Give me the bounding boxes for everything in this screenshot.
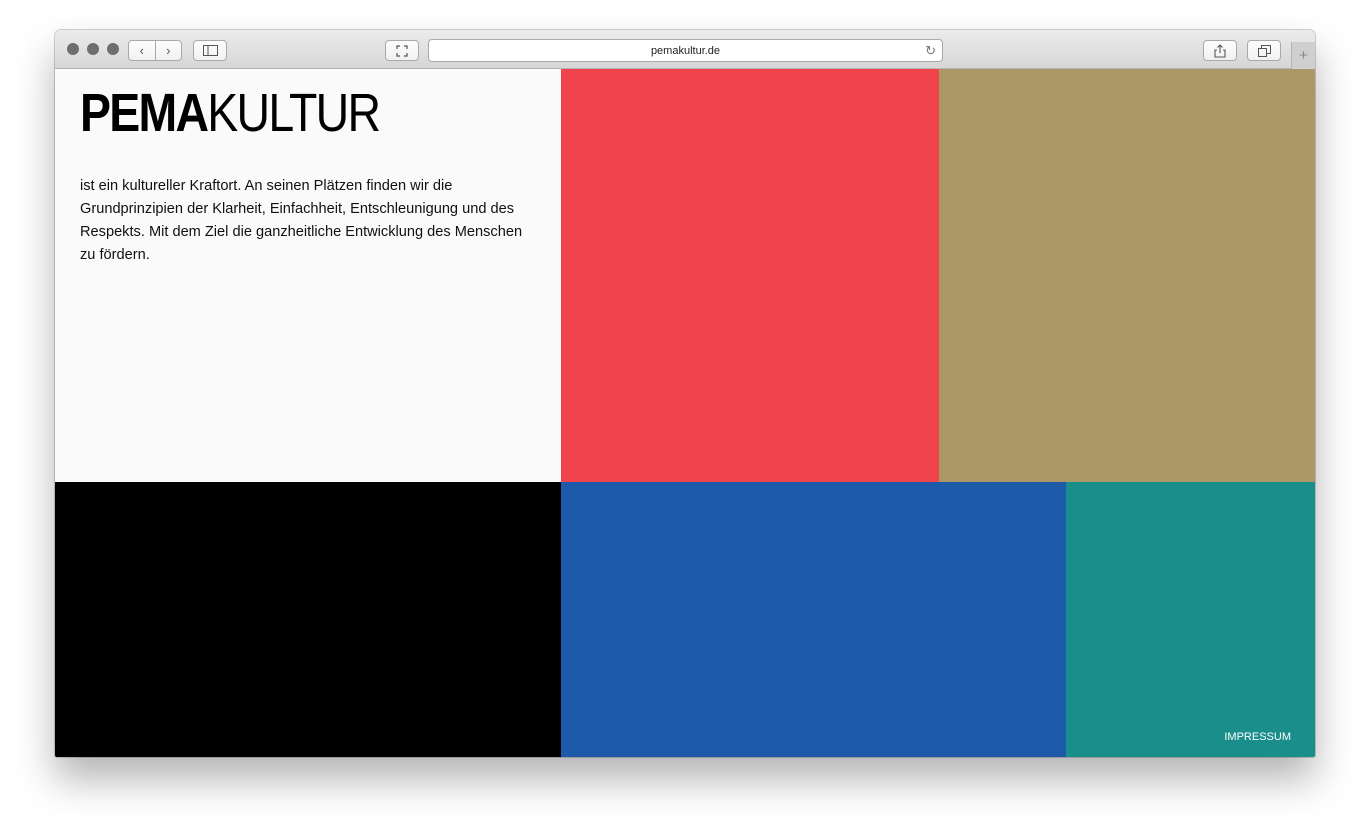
chevron-right-icon: › xyxy=(166,43,171,58)
zoom-window-button[interactable] xyxy=(107,43,119,55)
blue-tile[interactable] xyxy=(561,482,1066,757)
logo-light-text: KULTUR xyxy=(207,83,381,143)
forward-button[interactable]: › xyxy=(156,41,182,60)
minimize-window-button[interactable] xyxy=(87,43,99,55)
logo-bold-text: PEMA xyxy=(80,83,209,143)
site-logo[interactable]: PEMAKULTUR xyxy=(80,83,381,143)
intro-panel: PEMAKULTUR ist ein kultureller Kraftort.… xyxy=(55,69,561,482)
plus-icon: + xyxy=(1299,47,1308,64)
teal-tile[interactable]: IMPRESSUM xyxy=(1066,482,1315,757)
expand-icon xyxy=(396,44,408,57)
reload-icon[interactable]: ↻ xyxy=(925,43,936,59)
intro-description: ist ein kultureller Kraftort. An seinen … xyxy=(80,178,523,263)
share-button[interactable] xyxy=(1203,40,1237,61)
page-content: PEMAKULTUR ist ein kultureller Kraftort.… xyxy=(55,69,1315,757)
share-icon xyxy=(1214,43,1226,58)
sidebar-button[interactable] xyxy=(193,40,227,61)
show-tabs-button[interactable] xyxy=(1247,40,1281,61)
url-text: pemakultur.de xyxy=(650,44,721,57)
new-tab-button[interactable]: + xyxy=(1291,42,1315,69)
address-bar[interactable]: pemakultur.de ↻ xyxy=(428,39,943,62)
chevron-left-icon: ‹ xyxy=(139,43,144,58)
close-window-button[interactable] xyxy=(67,43,79,55)
browser-toolbar: ‹ › pemakultur.de ↻ + xyxy=(55,30,1315,69)
red-tile[interactable] xyxy=(561,69,939,482)
black-tile[interactable] xyxy=(55,482,561,757)
back-button[interactable]: ‹ xyxy=(129,41,156,60)
tabs-icon xyxy=(1257,44,1271,57)
impressum-link[interactable]: IMPRESSUM xyxy=(1224,731,1291,743)
browser-window: ‹ › pemakultur.de ↻ + PEMAKULTUR ist ein… xyxy=(55,30,1315,757)
gold-tile[interactable] xyxy=(939,69,1315,482)
fullscreen-button[interactable] xyxy=(385,40,419,61)
sidebar-icon xyxy=(202,45,218,56)
navigation-buttons: ‹ › xyxy=(128,40,182,61)
